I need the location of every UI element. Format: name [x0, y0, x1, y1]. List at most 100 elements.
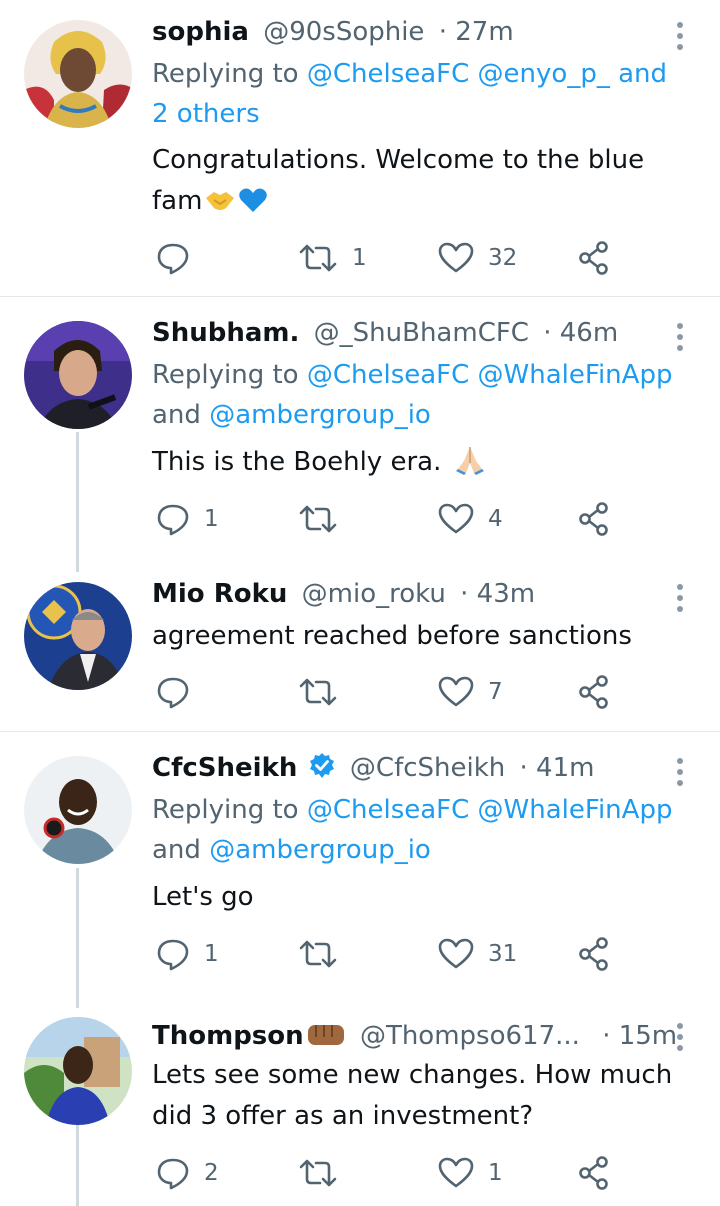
more-options-icon[interactable] — [668, 754, 692, 790]
replying-to-line2: and @ambergroup_io — [152, 395, 431, 435]
more-options-icon[interactable] — [668, 319, 692, 355]
blue-heart-emoji — [238, 186, 268, 227]
avatar-cfcsheikh-image — [24, 756, 132, 864]
tweet-text-line-2: fam — [152, 181, 644, 227]
tweet-text-line-2: did 3 offer as an investment? — [152, 1101, 534, 1131]
tweet-text: Lets see some new changes. How much did … — [152, 1055, 672, 1137]
tweet-shubham[interactable]: Shubham. @_ShuBhamCFC · 46m Replying to … — [0, 297, 720, 559]
reply-count: 2 — [204, 1160, 219, 1186]
reply-icon — [157, 939, 189, 971]
reply-button[interactable]: 2 — [156, 1153, 219, 1193]
retweet-button[interactable] — [298, 934, 352, 974]
tweet-header: sophia @90sSophie · 27m — [152, 16, 514, 48]
retweet-button[interactable] — [298, 1153, 352, 1193]
display-name[interactable]: Shubham. — [152, 318, 299, 348]
avatar-mio-roku[interactable] — [24, 582, 132, 690]
share-button[interactable] — [578, 934, 612, 974]
tweet-text: Congratulations. Welcome to the blue fam — [152, 140, 644, 227]
tweet-text: agreement reached before sanctions — [152, 621, 632, 651]
timestamp[interactable]: · 46m — [543, 318, 618, 348]
share-button[interactable] — [578, 672, 612, 712]
avatar-shubham[interactable] — [24, 321, 132, 429]
avatar-thompson[interactable] — [24, 1017, 132, 1125]
retweet-icon — [299, 940, 337, 968]
user-handle[interactable]: @mio_roku — [302, 579, 446, 609]
display-name[interactable]: Mio Roku — [152, 579, 287, 609]
like-button[interactable]: 4 — [438, 499, 503, 539]
more-options-icon[interactable] — [668, 580, 692, 616]
timestamp[interactable]: · 15m — [602, 1021, 677, 1051]
replying-prefix: Replying to — [152, 59, 307, 89]
reply-button[interactable] — [156, 672, 204, 712]
user-handle[interactable]: @CfcSheikh — [350, 753, 505, 783]
more-options-icon[interactable] — [668, 18, 692, 54]
handshake-emoji — [204, 186, 236, 227]
more-options-icon[interactable] — [668, 1019, 692, 1055]
tweet-header: CfcSheikh @CfcSheikh · 41m — [152, 752, 594, 788]
timestamp[interactable]: · 27m — [439, 17, 514, 47]
like-count: 4 — [488, 506, 503, 532]
reply-count: 1 — [204, 941, 219, 967]
share-button[interactable] — [578, 499, 612, 539]
reply-icon — [157, 677, 189, 709]
timestamp[interactable]: · 41m — [520, 753, 595, 783]
like-button[interactable]: 31 — [438, 934, 517, 974]
replying-others-link[interactable]: 2 others — [152, 99, 260, 129]
like-button[interactable]: 7 — [438, 672, 503, 712]
share-icon — [579, 937, 608, 971]
replying-to: Replying to @ChelseaFC @WhaleFinApp — [152, 355, 672, 395]
share-icon — [579, 1156, 608, 1190]
retweet-button[interactable] — [298, 672, 352, 712]
replying-links[interactable]: @ChelseaFC @WhaleFinApp — [307, 360, 673, 390]
reply-button[interactable] — [156, 238, 204, 278]
avatar-thompson-image — [24, 1017, 132, 1125]
reply-button[interactable]: 1 — [156, 934, 219, 974]
retweet-icon — [299, 244, 337, 272]
timestamp[interactable]: · 43m — [460, 579, 535, 609]
replying-link-amber[interactable]: @ambergroup_io — [209, 835, 431, 865]
user-handle[interactable]: @Thompso617... — [360, 1021, 580, 1051]
heart-icon — [438, 503, 474, 534]
replying-suffix[interactable]: and — [610, 59, 667, 89]
retweet-icon — [299, 505, 337, 533]
folded-hands-emoji — [452, 443, 488, 488]
display-name[interactable]: sophia — [152, 17, 249, 47]
replying-to: Replying to @ChelseaFC @WhaleFinApp — [152, 790, 672, 830]
tweet-mio-roku[interactable]: Mio Roku @mio_roku · 43m agreement reach… — [0, 560, 720, 730]
tweet-text: This is the Boehly era. — [152, 442, 488, 488]
like-button[interactable]: 32 — [438, 238, 517, 278]
replying-links[interactable]: @ChelseaFC @WhaleFinApp — [307, 795, 673, 825]
reply-button[interactable]: 1 — [156, 499, 219, 539]
retweet-button[interactable]: 1 — [298, 238, 367, 278]
heart-icon — [438, 1157, 474, 1188]
like-count: 1 — [488, 1160, 503, 1186]
avatar-sophia[interactable] — [24, 20, 132, 128]
replying-links[interactable]: @ChelseaFC @enyo_p_ — [307, 59, 610, 89]
user-handle[interactable]: @_ShuBhamCFC — [314, 318, 529, 348]
replying-prefix: Replying to — [152, 795, 307, 825]
tweet-sophia[interactable]: sophia @90sSophie · 27m Replying to @Che… — [0, 0, 720, 296]
tweet-cfcsheikh[interactable]: CfcSheikh @CfcSheikh · 41m Replying to @… — [0, 732, 720, 994]
display-name[interactable]: Thompson — [152, 1021, 304, 1051]
like-count: 31 — [488, 941, 518, 967]
retweet-count: 1 — [352, 245, 367, 271]
tweet-header: Shubham. @_ShuBhamCFC · 46m — [152, 317, 618, 349]
display-name[interactable]: CfcSheikh — [152, 753, 297, 783]
avatar-cfcsheikh[interactable] — [24, 756, 132, 864]
replying-link-amber[interactable]: @ambergroup_io — [209, 400, 431, 430]
tweet-thompson[interactable]: Thompson @Thompso617... · 15m Lets see s… — [0, 995, 720, 1206]
fist-emoji — [306, 1019, 346, 1057]
replying-to: Replying to @ChelseaFC @enyo_p_ and — [152, 54, 667, 94]
share-button[interactable] — [578, 1153, 612, 1193]
tweet-text: Let's go — [152, 882, 254, 912]
thread-connector-line — [76, 868, 79, 1008]
heart-icon — [438, 938, 474, 969]
replying-to-line2: 2 others — [152, 94, 260, 134]
like-button[interactable]: 1 — [438, 1153, 503, 1193]
retweet-button[interactable] — [298, 499, 352, 539]
tweet-header: Mio Roku @mio_roku · 43m — [152, 578, 535, 610]
avatar-shubham-image — [24, 321, 132, 429]
share-button[interactable] — [578, 238, 612, 278]
replying-and: and — [152, 400, 210, 430]
user-handle[interactable]: @90sSophie — [263, 17, 424, 47]
